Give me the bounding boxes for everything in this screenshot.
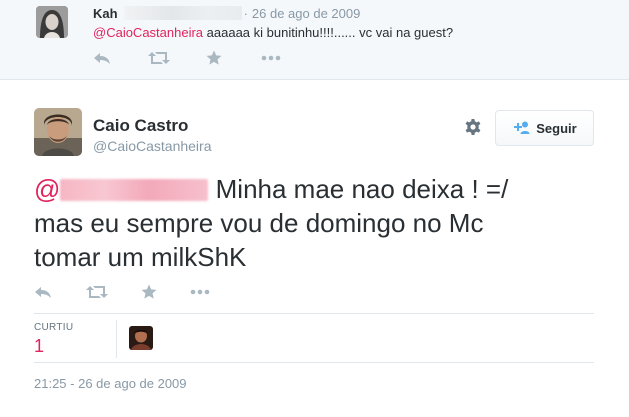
likes-label[interactable]: CURTIU <box>34 322 73 333</box>
gear-icon[interactable] <box>463 118 483 138</box>
follow-button[interactable]: Seguir <box>495 110 594 146</box>
reply-mention-link[interactable]: @CaioCastanheira <box>93 25 203 40</box>
reply-separator: · <box>243 6 248 21</box>
reply-text-body: aaaaaa ki bunitinhu!!!!...... vc vai na … <box>203 25 454 40</box>
tweet-mention-link[interactable]: @ <box>34 174 209 204</box>
stats-divider <box>116 320 117 358</box>
reply-author-name[interactable]: Kah <box>93 6 118 21</box>
more-icon[interactable] <box>261 50 283 70</box>
star-icon[interactable] <box>141 284 163 304</box>
tweet-text: @ Minha mae nao deixa ! =/ mas eu sempre… <box>34 172 594 274</box>
tweet-mention-prefix: @ <box>34 174 61 204</box>
reply-author-row: Kah · 26 de ago de 2009 <box>93 6 360 21</box>
reply-icon[interactable] <box>34 284 56 304</box>
retweet-icon[interactable] <box>148 50 170 70</box>
reply-tweet: Kah · 26 de ago de 2009 @CaioCastanheira a… <box>0 0 629 80</box>
likes-count[interactable]: 1 <box>34 336 44 357</box>
liker-avatar[interactable] <box>129 326 153 350</box>
follow-button-label: Seguir <box>536 120 577 136</box>
reply-author-avatar[interactable] <box>36 6 68 38</box>
add-person-icon <box>512 120 530 137</box>
retweet-icon[interactable] <box>86 284 108 304</box>
author-name[interactable]: Caio Castro <box>93 116 188 136</box>
reply-author-handle-redacted <box>123 6 242 20</box>
tweet-timestamp[interactable]: 21:25 - 26 de ago de 2009 <box>34 376 187 391</box>
author-handle[interactable]: @CaioCastanheira <box>93 138 212 154</box>
tweet-text-line3: tomar um milkShK <box>34 242 247 272</box>
more-icon[interactable] <box>190 284 212 304</box>
tweet-text-line2: mas eu sempre vou de domingo no Mc <box>34 208 484 238</box>
reply-icon[interactable] <box>93 50 115 70</box>
reply-text: @CaioCastanheira aaaaaa ki bunitinhu!!!!… <box>93 25 453 40</box>
tweet-stats: CURTIU 1 <box>34 313 594 363</box>
star-icon[interactable] <box>206 50 228 70</box>
tweet-text-line1: Minha mae nao deixa ! =/ <box>208 174 509 204</box>
author-avatar[interactable] <box>34 108 82 156</box>
mention-redacted <box>60 179 209 201</box>
reply-time[interactable]: 26 de ago de 2009 <box>252 6 360 21</box>
